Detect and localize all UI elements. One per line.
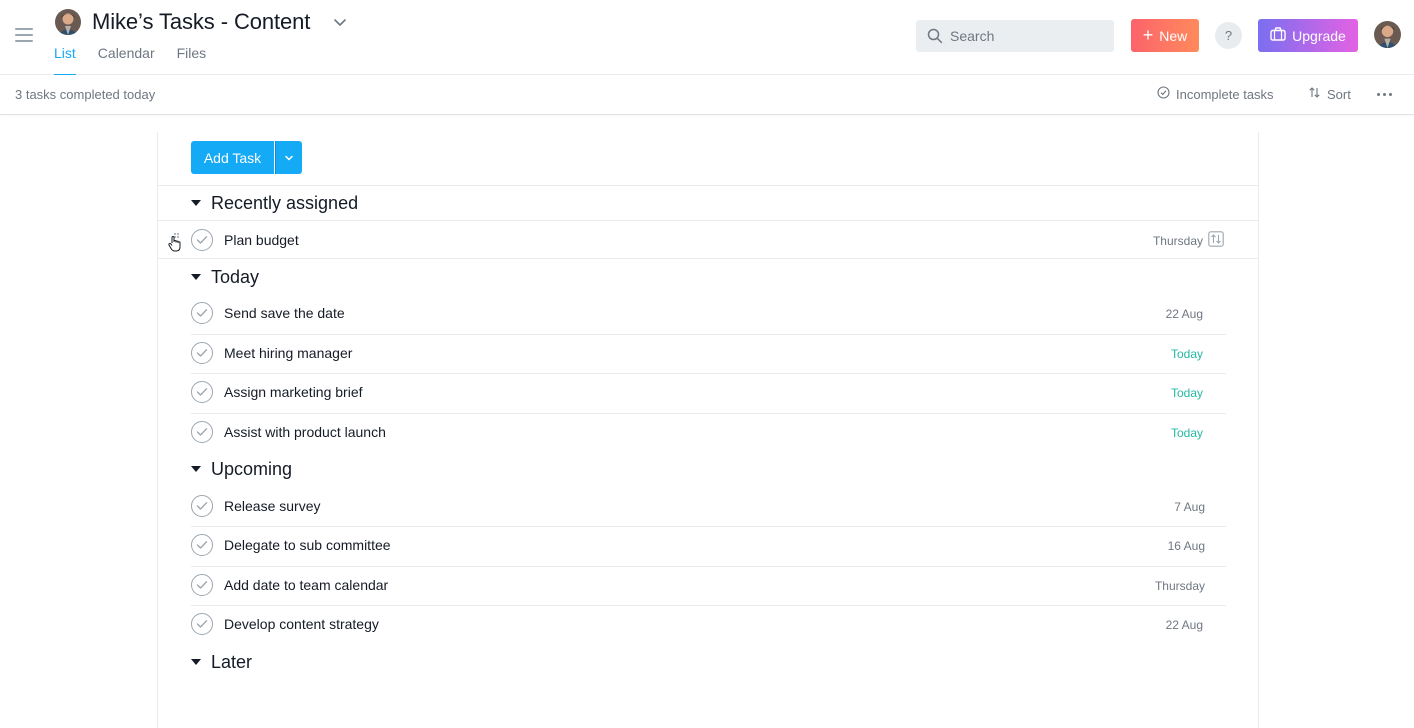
task-name[interactable]: Assist with product launch [224,424,386,440]
task-row[interactable]: Add date to team calendar Thursday [191,566,1226,605]
section-title: Later [211,651,253,672]
upgrade-button-label: Upgrade [1292,27,1346,44]
hamburger-icon[interactable] [15,28,33,42]
complete-task-checkbox[interactable] [191,613,213,635]
search-icon [927,28,943,44]
triangle-down-icon [191,466,201,472]
tab-calendar[interactable]: Calendar [98,44,155,75]
complete-task-checkbox[interactable] [191,574,213,596]
task-row[interactable]: Send save the date 22 Aug [191,294,1226,333]
task-due-date[interactable]: 22 Aug [1113,307,1203,321]
incomplete-tasks-filter[interactable]: Incomplete tasks [1157,86,1274,102]
task-due-date[interactable]: 7 Aug [1115,500,1205,514]
task-due-date[interactable]: Today [1113,426,1203,440]
task-row[interactable]: Assign marketing brief Today [191,373,1226,412]
more-icon[interactable] [1377,87,1397,101]
complete-task-checkbox[interactable] [191,229,213,251]
task-due-date[interactable]: 22 Aug [1113,618,1203,632]
add-task-group: Add Task [191,141,302,174]
task-due-date[interactable]: Thursday [1113,234,1203,248]
upgrade-button[interactable]: Upgrade [1258,19,1358,52]
checkmark-icon [196,309,208,317]
task-name[interactable]: Meet hiring manager [224,345,352,361]
task-list-panel: Add Task Recently assigned Plan budget T… [157,132,1259,728]
task-due-date[interactable]: Today [1113,347,1203,361]
checkmark-icon [196,349,208,357]
help-button[interactable]: ? [1215,22,1242,49]
divider [158,185,1258,186]
briefcase-icon [1270,27,1286,44]
task-name[interactable]: Release survey [224,498,321,514]
checkmark-icon [196,428,208,436]
sort-label: Sort [1327,86,1351,102]
checkmark-icon [196,581,208,589]
section-header-today[interactable]: Today [191,265,259,289]
search-box [916,20,1114,52]
project-tabs: List Calendar Files [54,44,228,76]
add-task-button[interactable]: Add Task [191,141,274,174]
list-toolbar: 3 tasks completed today Incomplete tasks… [0,75,1414,115]
task-name[interactable]: Add date to team calendar [224,577,388,593]
tab-list[interactable]: List [54,44,76,76]
triangle-down-icon [191,200,201,206]
subtask-icon[interactable] [1208,231,1224,247]
checkmark-icon [196,236,208,244]
add-task-dropdown[interactable] [275,141,302,174]
section-title: Upcoming [211,458,293,479]
task-name[interactable]: Develop content strategy [224,616,379,632]
drag-handle-icon[interactable] [166,232,182,252]
top-bar: Mike’s Tasks - Content List Calendar Fil… [0,0,1414,76]
complete-task-checkbox[interactable] [191,342,213,364]
task-row[interactable]: Release survey 7 Aug [191,487,1226,526]
tab-files[interactable]: Files [177,44,207,75]
section-title: Recently assigned [211,192,359,213]
task-due-date[interactable]: Today [1113,386,1203,400]
section-title: Today [211,266,260,287]
new-button[interactable]: + New [1131,19,1199,52]
triangle-down-icon [191,274,201,280]
task-row[interactable]: Delegate to sub committee 16 Aug [191,526,1226,565]
triangle-down-icon [191,659,201,665]
sort-button[interactable]: Sort [1308,86,1351,102]
task-row[interactable]: Plan budget Thursday [158,220,1258,259]
completed-tasks-count: 3 tasks completed today [15,87,156,102]
task-name[interactable]: Plan budget [224,232,299,248]
check-circle-icon [1157,86,1170,102]
checkmark-icon [196,620,208,628]
complete-task-checkbox[interactable] [191,302,213,324]
task-row[interactable]: Assist with product launch Today [191,413,1226,452]
complete-task-checkbox[interactable] [191,534,213,556]
complete-task-checkbox[interactable] [191,495,213,517]
section-header-upcoming[interactable]: Upcoming [191,457,292,481]
plus-icon: + [1142,24,1154,45]
task-row[interactable]: Develop content strategy 22 Aug [191,605,1226,644]
user-avatar[interactable] [1374,21,1401,48]
checkmark-icon [196,388,208,396]
project-avatar [55,9,81,35]
chevron-down-icon [285,155,293,160]
task-name[interactable]: Send save the date [224,305,345,321]
task-row[interactable]: Meet hiring manager Today [191,334,1226,373]
new-button-label: New [1159,27,1188,44]
task-due-date[interactable]: Thursday [1115,579,1205,593]
task-due-date[interactable]: 16 Aug [1115,539,1205,553]
checkmark-icon [196,541,208,549]
complete-task-checkbox[interactable] [191,421,213,443]
task-name[interactable]: Assign marketing brief [224,384,363,400]
search-input[interactable] [950,20,1108,52]
chevron-down-icon[interactable] [333,15,347,29]
section-header-recently-assigned[interactable]: Recently assigned [191,191,358,215]
page-title: Mike’s Tasks - Content [92,9,311,34]
section-header-later[interactable]: Later [191,650,252,674]
complete-task-checkbox[interactable] [191,381,213,403]
checkmark-icon [196,502,208,510]
filter-label: Incomplete tasks [1176,86,1274,102]
sort-icon [1308,86,1321,102]
task-name[interactable]: Delegate to sub committee [224,537,391,553]
